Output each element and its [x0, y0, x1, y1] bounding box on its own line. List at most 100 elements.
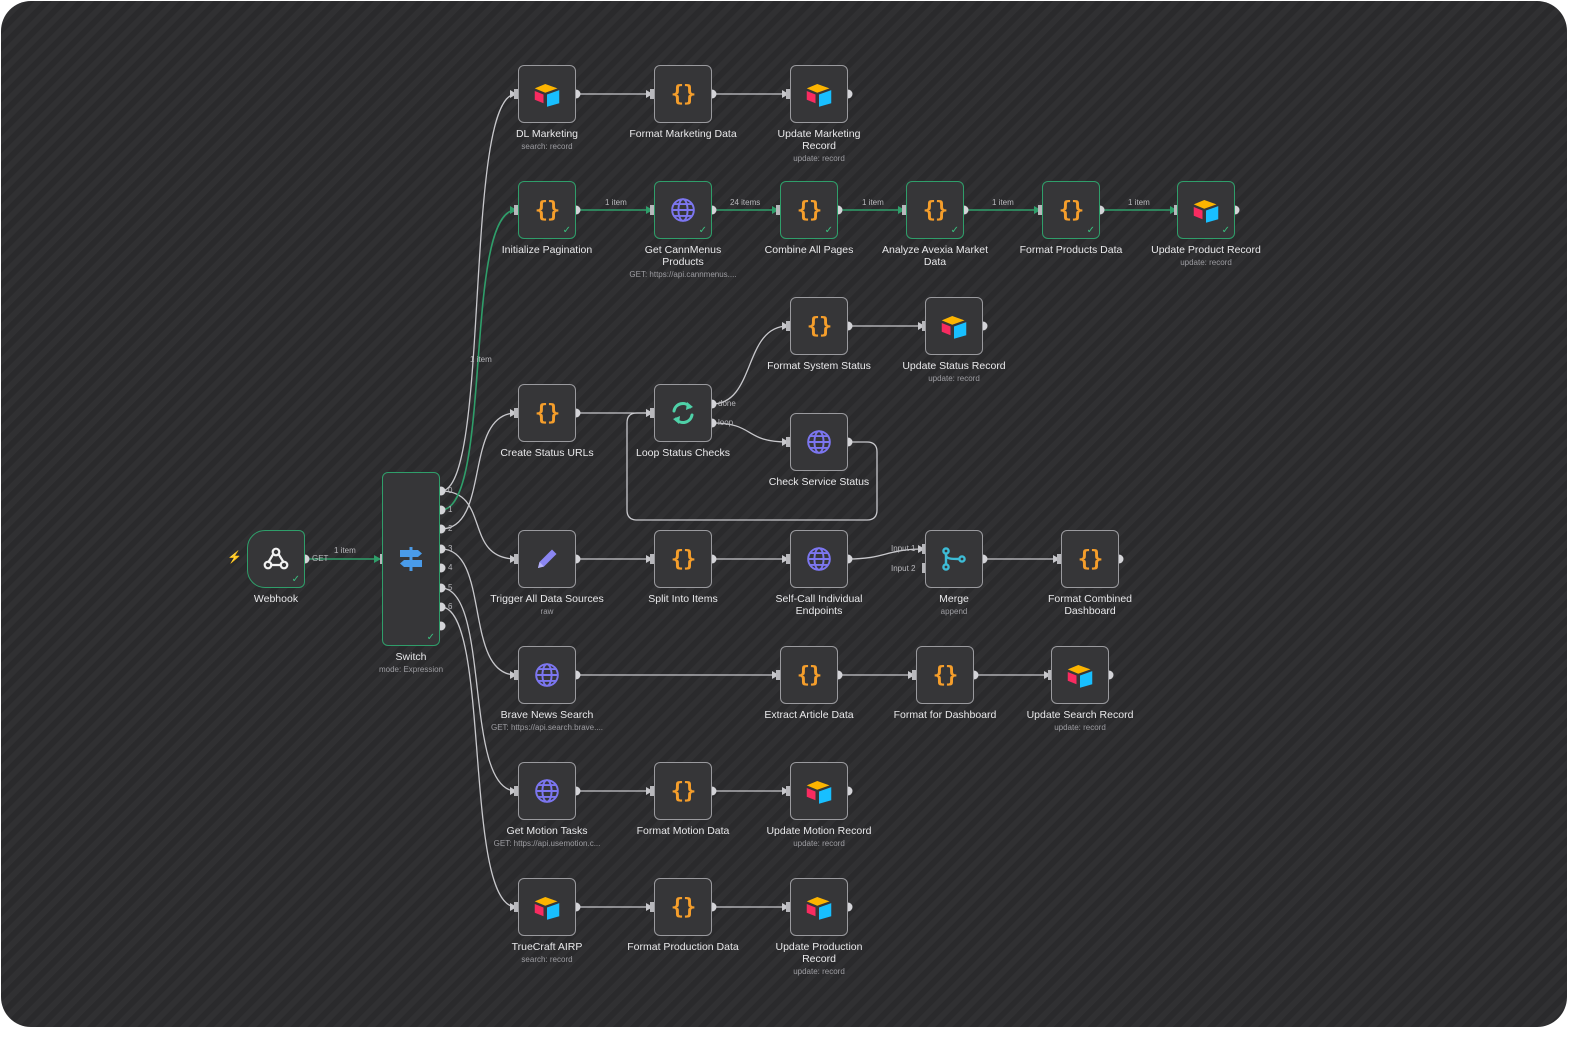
- edge-label: 1 item: [334, 546, 356, 555]
- success-check-icon: ✓: [824, 225, 833, 236]
- code-icon: {}: [806, 313, 833, 339]
- node-analyze-avexia[interactable]: {} ✓: [906, 181, 964, 239]
- node-label-text: Update Marketing Record: [777, 128, 861, 152]
- node-label: Format Production Data: [627, 941, 739, 953]
- node-split-into-items[interactable]: {}: [654, 530, 712, 588]
- node-self-call-endpoints[interactable]: [790, 530, 848, 588]
- success-check-icon: ✓: [562, 225, 571, 236]
- node-label-text: Analyze Avexia Market Data: [881, 244, 989, 268]
- node-label: Format Marketing Data: [629, 128, 737, 140]
- node-format-products[interactable]: {} ✓: [1042, 181, 1100, 239]
- node-subtitle: update: record: [793, 967, 845, 976]
- globe-icon: [791, 531, 847, 587]
- node-label: Update Motion Record: [766, 825, 872, 837]
- node-format-for-dashboard[interactable]: {}: [916, 646, 974, 704]
- node-label: Update Product Record: [1151, 244, 1261, 256]
- node-subtitle: search: record: [521, 142, 573, 151]
- node-label: DL Marketing: [515, 128, 579, 140]
- node-label: Split Into Items: [648, 593, 718, 605]
- node-update-product[interactable]: ✓: [1177, 181, 1235, 239]
- node-format-motion-data[interactable]: {}: [654, 762, 712, 820]
- node-dl-marketing[interactable]: [518, 65, 576, 123]
- node-format-production-data[interactable]: {}: [654, 878, 712, 936]
- node-label: Brave News Search: [500, 709, 594, 721]
- node-subtitle: update: record: [1054, 723, 1106, 732]
- node-label: Self-Call Individual Endpoints: [744, 593, 894, 617]
- airtable-icon: [791, 879, 847, 935]
- node-format-system-status[interactable]: {}: [790, 297, 848, 355]
- airtable-icon: [791, 763, 847, 819]
- code-icon: {}: [1077, 546, 1104, 572]
- node-subtitle: update: record: [928, 374, 980, 383]
- node-update-marketing[interactable]: [790, 65, 848, 123]
- node-format-combined-dashboard[interactable]: {}: [1061, 530, 1119, 588]
- code-icon: {}: [796, 662, 823, 688]
- success-check-icon: ✓: [291, 574, 300, 585]
- airtable-icon: [791, 66, 847, 122]
- node-label: Loop Status Checks: [636, 447, 730, 459]
- node-subtitle: search: record: [521, 955, 573, 964]
- success-check-icon: ✓: [1086, 225, 1095, 236]
- edge-label: 1 item: [992, 198, 1014, 207]
- workflow-canvas[interactable]: ⚡ ✓ Webhook ✓ Switch mode: Expression 0 …: [1, 1, 1567, 1027]
- node-label: Analyze Avexia Market Data: [860, 244, 1010, 268]
- edge-label: 24 items: [730, 198, 761, 207]
- node-label: Update Production Record: [744, 941, 894, 965]
- edge-label: Input 2: [891, 564, 916, 573]
- edge-label: done: [718, 399, 736, 408]
- node-merge[interactable]: [925, 530, 983, 588]
- switch-output-label: 1: [448, 505, 453, 514]
- airtable-icon: [926, 298, 982, 354]
- node-subtitle: update: record: [793, 154, 845, 163]
- node-update-motion-record[interactable]: [790, 762, 848, 820]
- edge-label: 1 item: [605, 198, 627, 207]
- node-label: Initialize Pagination: [501, 244, 593, 256]
- code-icon: {}: [670, 894, 697, 920]
- node-brave-news-search[interactable]: [518, 646, 576, 704]
- node-label: Check Service Status: [768, 476, 870, 488]
- node-webhook[interactable]: ✓: [247, 530, 305, 588]
- success-check-icon: ✓: [950, 225, 959, 236]
- code-icon: {}: [534, 400, 561, 426]
- node-label-text: Self-Call Individual Endpoints: [775, 593, 863, 617]
- node-get-cannmenus[interactable]: ✓: [654, 181, 712, 239]
- node-subtitle: update: record: [1180, 258, 1232, 267]
- node-label: Webhook: [253, 593, 299, 605]
- node-combine-pages[interactable]: {} ✓: [780, 181, 838, 239]
- node-label-text: Get CannMenus Products: [644, 244, 722, 268]
- globe-icon: [519, 763, 575, 819]
- trigger-bolt-icon: ⚡: [227, 550, 242, 564]
- node-trigger-all-data-sources[interactable]: [518, 530, 576, 588]
- node-truecraft-airp[interactable]: [518, 878, 576, 936]
- node-label: Extract Article Data: [764, 709, 854, 721]
- globe-icon: [519, 647, 575, 703]
- node-check-service-status[interactable]: [790, 413, 848, 471]
- node-subtitle: mode: Expression: [378, 665, 444, 674]
- code-icon: {}: [932, 662, 959, 688]
- node-update-search-record[interactable]: [1051, 646, 1109, 704]
- code-icon: {}: [670, 546, 697, 572]
- node-create-status-urls[interactable]: {}: [518, 384, 576, 442]
- node-update-production-record[interactable]: [790, 878, 848, 936]
- node-update-status[interactable]: [925, 297, 983, 355]
- code-icon: {}: [670, 778, 697, 804]
- switch-output-label: 3: [448, 544, 453, 553]
- success-check-icon: ✓: [426, 632, 435, 643]
- node-label: Trigger All Data Sources: [490, 593, 604, 605]
- code-icon: {}: [670, 81, 697, 107]
- merge-icon: [926, 531, 982, 587]
- signpost-icon: [383, 473, 439, 645]
- node-loop-status-checks[interactable]: [654, 384, 712, 442]
- airtable-icon: [519, 66, 575, 122]
- switch-output-label: 6: [448, 602, 453, 611]
- edge-label: Input 1: [891, 544, 916, 553]
- node-switch[interactable]: ✓: [382, 472, 440, 646]
- node-get-motion-tasks[interactable]: [518, 762, 576, 820]
- edge-switch-dl-marketing: [440, 90, 517, 492]
- switch-output-label: 5: [448, 583, 453, 592]
- edge-label: 1 item: [862, 198, 884, 207]
- node-initialize-pagination[interactable]: {} ✓: [518, 181, 576, 239]
- node-format-marketing[interactable]: {}: [654, 65, 712, 123]
- node-extract-article-data[interactable]: {}: [780, 646, 838, 704]
- node-label-text: Format Combined Dashboard: [1047, 593, 1133, 617]
